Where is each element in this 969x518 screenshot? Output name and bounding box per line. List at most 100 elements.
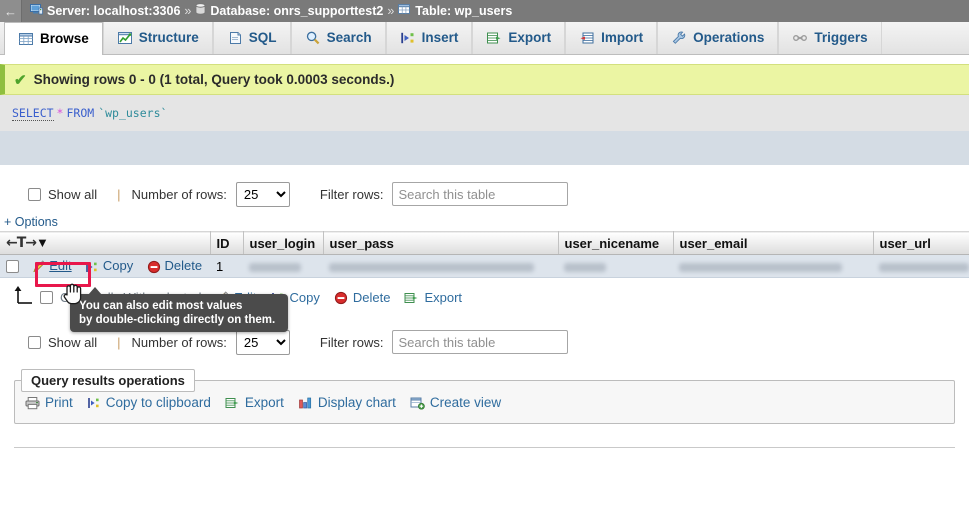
tab-insert[interactable]: Insert <box>385 22 473 54</box>
tab-search-label: Search <box>326 30 372 46</box>
breadcrumb-database[interactable]: Database: onrs_supporttest2 <box>195 3 383 19</box>
checkmark-icon: ✔ <box>14 71 27 89</box>
browse-icon <box>18 31 34 47</box>
row-copy-link[interactable]: Copy <box>85 258 137 273</box>
insert-icon <box>400 30 416 46</box>
export-label: Export <box>244 394 284 410</box>
with-selected-delete[interactable]: Delete <box>334 289 390 305</box>
column-header-id[interactable]: ID <box>210 231 244 255</box>
delete-icon <box>334 289 348 305</box>
printer-icon <box>25 394 40 409</box>
show-all-label-bottom: Show all <box>48 334 98 350</box>
sql-query-display[interactable]: SELECT * FROM `wp_users` <box>0 95 969 131</box>
cell-user-url[interactable] <box>873 254 969 278</box>
pencil-icon <box>32 258 50 273</box>
number-of-rows-select-bottom[interactable]: 2550100250500 <box>235 329 290 355</box>
row-edit-label: Edit <box>49 258 72 274</box>
row-edit-link[interactable]: Edit <box>32 258 76 273</box>
bottom-divider <box>14 447 955 448</box>
breadcrumb-table[interactable]: Table: wp_users <box>398 3 512 19</box>
tab-export[interactable]: Export <box>472 22 566 54</box>
tab-browse[interactable]: Browse <box>4 22 103 55</box>
print-label: Print <box>45 394 73 410</box>
cell-user-email[interactable] <box>673 254 873 278</box>
number-of-rows-label-bottom: Number of rows: <box>131 334 227 350</box>
cell-user-login[interactable] <box>243 254 323 278</box>
export-icon <box>404 289 419 305</box>
tab-operations-label: Operations <box>693 30 765 46</box>
tab-structure-label: Structure <box>138 30 199 46</box>
nav-arrows-marker: ←T→ <box>6 235 37 251</box>
create-view-icon <box>410 394 425 410</box>
show-all-label-top: Show all <box>48 186 98 202</box>
tooltip-tail <box>88 287 102 295</box>
server-icon <box>30 3 43 19</box>
triggers-icon <box>792 30 808 46</box>
results-table-wrapper: ←T→ ▼ ID user_login user_pass user_nicen… <box>0 231 969 278</box>
cell-user-pass[interactable] <box>323 254 558 278</box>
row-select-checkbox[interactable] <box>6 260 19 274</box>
sql-identifier: `wp_users` <box>98 106 168 120</box>
main-tabs: Browse Structure SQL Search Insert Expor… <box>0 22 969 55</box>
table-row[interactable]: Edit Copy Delete 1 <box>0 254 969 278</box>
sql-star: * <box>56 106 64 120</box>
number-of-rows-select-top[interactable]: 2550100250500 <box>235 181 290 207</box>
copy-to-clipboard-label: Copy to clipboard <box>105 394 211 410</box>
tab-operations[interactable]: Operations <box>657 22 779 54</box>
sort-column-header[interactable]: ←T→ ▼ <box>0 231 211 255</box>
breadcrumb-database-label: Database: onrs_supporttest2 <box>210 4 384 18</box>
import-icon <box>579 30 595 46</box>
column-header-user-nicename[interactable]: user_nicename <box>558 231 674 255</box>
breadcrumb-server-label: Server: localhost:3306 <box>47 4 181 18</box>
show-all-checkbox-bottom[interactable] <box>28 335 41 349</box>
row-copy-label: Copy <box>102 258 134 274</box>
column-header-user-login[interactable]: user_login <box>243 231 324 255</box>
create-view-link[interactable]: Create view <box>410 394 501 410</box>
tab-export-label: Export <box>508 30 552 46</box>
column-header-user-email[interactable]: user_email <box>673 231 874 255</box>
check-all-checkbox[interactable] <box>40 290 53 304</box>
export-link[interactable]: Export <box>225 394 284 410</box>
copy-to-clipboard-link[interactable]: Copy to clipboard <box>87 394 211 410</box>
wrench-icon <box>671 30 687 46</box>
divider: | <box>117 186 121 202</box>
filter-rows-input-top[interactable] <box>392 182 569 206</box>
tab-triggers[interactable]: Triggers <box>778 22 882 54</box>
tab-structure[interactable]: Structure <box>102 22 213 54</box>
structure-icon <box>117 30 133 46</box>
row-actions-cell: Edit Copy Delete <box>0 254 210 278</box>
copy-icon <box>85 258 103 273</box>
tab-sql[interactable]: SQL <box>212 22 291 54</box>
row-delete-label: Delete <box>164 258 203 274</box>
copy-icon <box>87 394 101 409</box>
sql-action-toolbar <box>0 131 969 165</box>
chevron-down-icon[interactable]: ▼ <box>36 235 49 250</box>
tab-search[interactable]: Search <box>290 22 386 54</box>
breadcrumb-separator-1: » <box>184 4 192 18</box>
number-of-rows-label-top: Number of rows: <box>131 186 227 202</box>
breadcrumb-separator-2: » <box>387 4 395 18</box>
filter-rows-label-bottom: Filter rows: <box>319 334 384 350</box>
status-message-text: Showing rows 0 - 0 (1 total, Query took … <box>33 72 395 87</box>
display-chart-link[interactable]: Display chart <box>298 394 396 410</box>
show-all-checkbox-top[interactable] <box>28 187 41 201</box>
row-delete-link[interactable]: Delete <box>147 258 202 273</box>
export-icon <box>486 30 502 46</box>
with-selected-export[interactable]: Export <box>404 289 462 305</box>
query-results-operations: Query results operations Print Copy to c… <box>14 369 955 424</box>
tooltip-line-2: by double-clicking directly on them. <box>79 314 276 326</box>
column-header-user-url[interactable]: user_url <box>873 231 969 255</box>
arrow-up-icon <box>10 285 40 309</box>
tab-import[interactable]: Import <box>565 22 658 54</box>
edit-tooltip: You can also edit most values by double-… <box>70 287 288 332</box>
back-button[interactable]: ← <box>0 0 22 22</box>
print-link[interactable]: Print <box>25 394 73 410</box>
cell-id[interactable]: 1 <box>210 254 243 278</box>
filter-rows-input-bottom[interactable] <box>392 330 569 354</box>
column-header-user-pass[interactable]: user_pass <box>323 231 559 255</box>
breadcrumb-server[interactable]: Server: localhost:3306 <box>22 3 180 19</box>
options-toggle[interactable]: + Options <box>0 215 969 229</box>
sql-keyword-from: FROM <box>66 106 95 120</box>
cell-user-nicename[interactable] <box>558 254 673 278</box>
with-selected-export-label: Export <box>424 289 463 305</box>
